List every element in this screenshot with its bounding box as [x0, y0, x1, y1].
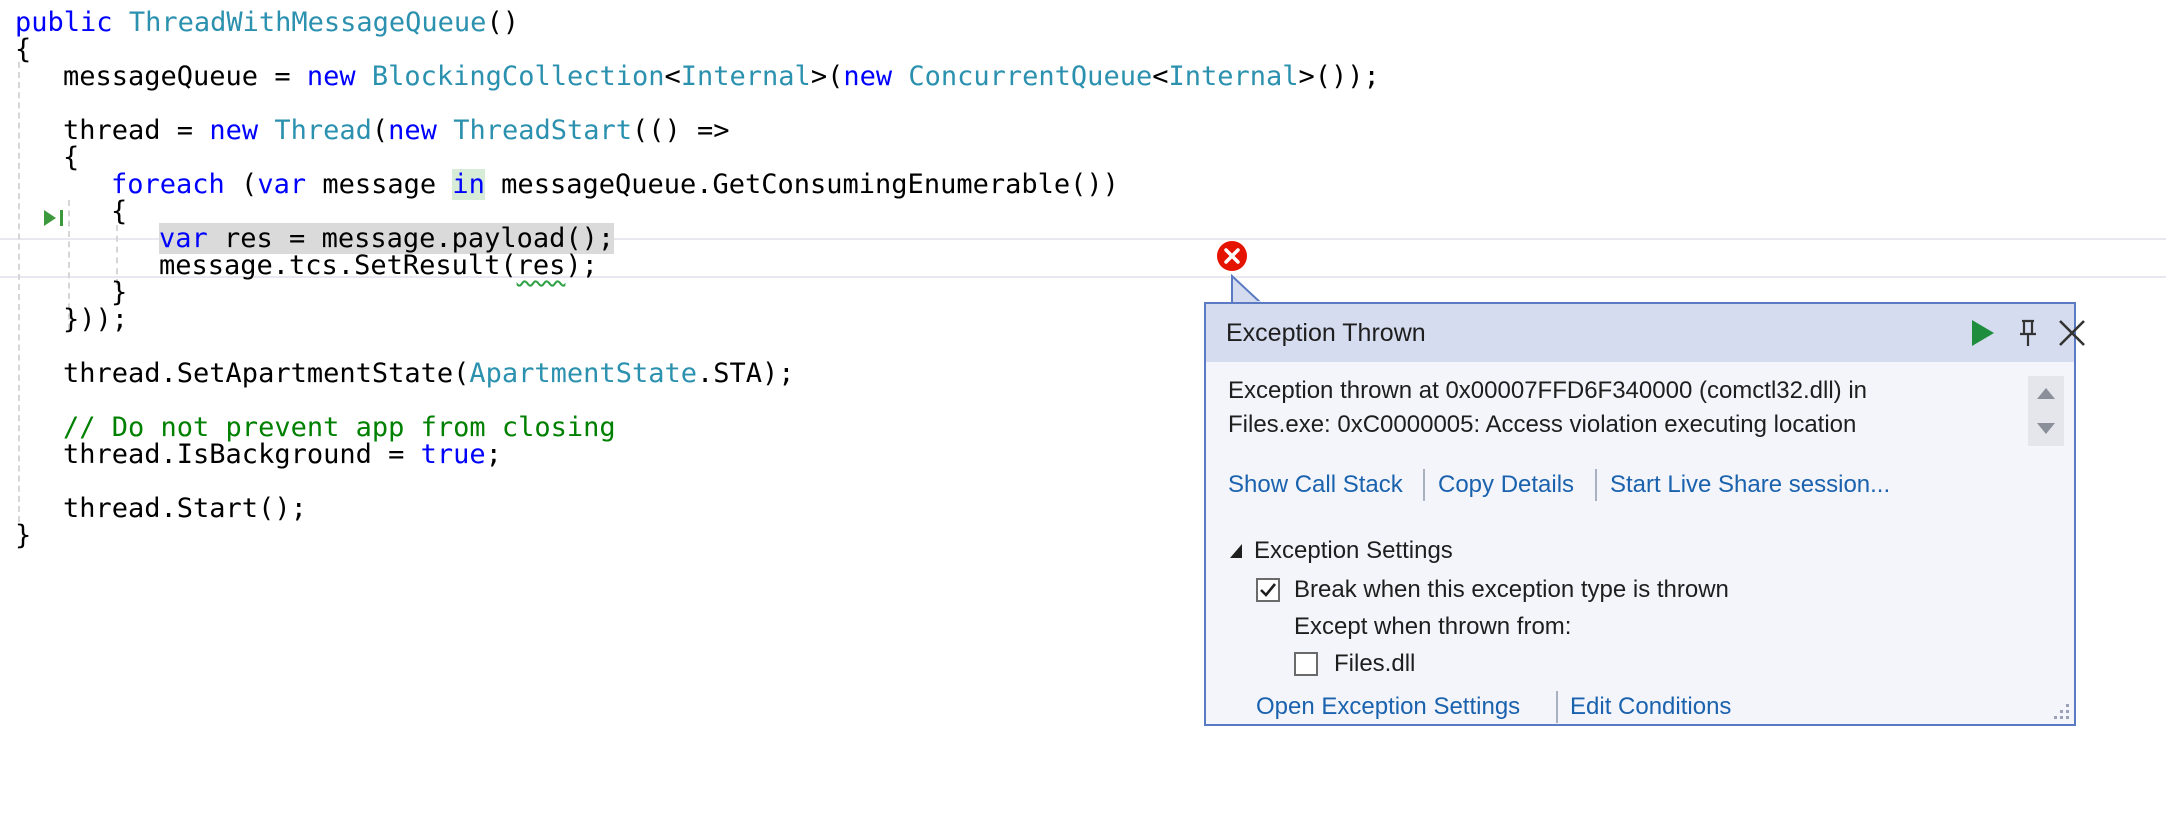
close-icon[interactable]	[2056, 317, 2088, 349]
checkmark-icon	[1260, 583, 1277, 597]
code-token: ThreadStart	[453, 115, 633, 146]
code-token: (	[224, 169, 258, 200]
code-token: messageQueue =	[63, 61, 307, 92]
message-scrollbar[interactable]	[2028, 376, 2064, 446]
code-token: new	[388, 115, 437, 146]
code-token: in	[452, 169, 485, 200]
code-token: {	[15, 34, 32, 65]
code-token: ThreadWithMessageQueue	[128, 7, 487, 38]
code-token: ()	[486, 7, 519, 38]
start-live-share-link[interactable]: Start Live Share session...	[1610, 468, 1890, 502]
code-token: Internal	[1168, 61, 1299, 92]
popup-header: Exception Thrown	[1206, 304, 2085, 362]
link-divider	[1556, 691, 1558, 723]
code-line: {	[111, 193, 127, 230]
code-token: {	[111, 196, 128, 227]
code-token: new	[306, 61, 356, 92]
exception-popup: Exception Thrown Exception thrown at 0x0…	[1204, 302, 2085, 726]
indent-guide	[18, 62, 20, 522]
pin-icon[interactable]	[2012, 317, 2044, 349]
break-on-exception-checkbox[interactable]	[1256, 578, 1280, 602]
code-line: thread.SetApartmentState(ApartmentState.…	[63, 355, 795, 392]
code-token: >());	[1298, 61, 1380, 92]
code-token: >(	[810, 61, 844, 92]
popup-title: Exception Thrown	[1226, 319, 1426, 347]
edit-conditions-link[interactable]: Edit Conditions	[1570, 690, 1731, 724]
code-token: (() =>	[632, 115, 730, 146]
code-line-current: foreach (var message in messageQueue.Get…	[111, 166, 1119, 203]
code-line: messageQueue = new BlockingCollection<In…	[63, 58, 1380, 95]
code-token: }	[15, 520, 32, 551]
code-token: res	[516, 250, 566, 281]
popup-body: Exception thrown at 0x00007FFD6F340000 (…	[1206, 362, 2074, 724]
code-line: {	[15, 31, 31, 68]
code-token: ApartmentState	[469, 358, 697, 389]
code-line: }	[15, 517, 31, 554]
copy-details-link[interactable]: Copy Details	[1438, 468, 1574, 502]
code-token: (	[371, 115, 389, 146]
run-to-click-icon[interactable]	[40, 206, 68, 230]
scroll-down-icon[interactable]	[2034, 420, 2058, 438]
code-token: <	[664, 61, 681, 92]
except-when-thrown-label: Except when thrown from:	[1294, 613, 1572, 640]
code-token: ;	[485, 439, 502, 470]
code-token: Thread	[274, 115, 372, 146]
link-divider	[1595, 469, 1597, 501]
code-token: thread.IsBackground =	[63, 439, 421, 470]
files-dll-checkbox[interactable]	[1294, 652, 1318, 676]
error-icon[interactable]	[1216, 240, 1248, 272]
code-token: thread =	[63, 115, 210, 146]
code-token: ConcurrentQueue	[908, 61, 1153, 92]
exception-message-line: Files.exe: 0xC0000005: Access violation …	[1228, 411, 1857, 438]
code-token: {	[63, 142, 80, 173]
code-token: <	[1152, 61, 1169, 92]
code-line: }));	[63, 301, 128, 338]
scroll-up-icon[interactable]	[2034, 384, 2058, 402]
code-token: thread.Start();	[63, 493, 307, 524]
code-token: var	[257, 169, 307, 200]
link-divider	[1423, 469, 1425, 501]
code-token: }));	[63, 304, 129, 335]
code-token: .STA);	[696, 358, 795, 389]
break-on-exception-label: Break when this exception type is thrown	[1294, 576, 1729, 603]
code-token: true	[420, 439, 486, 470]
code-line: thread.Start();	[63, 490, 307, 527]
exception-message-line: Exception thrown at 0x00007FFD6F340000 (…	[1228, 377, 1867, 404]
code-token: message	[306, 169, 453, 200]
open-exception-settings-link[interactable]: Open Exception Settings	[1256, 690, 1520, 724]
resize-grip-icon[interactable]	[2048, 698, 2070, 720]
code-line: thread = new Thread(new ThreadStart(() =…	[63, 112, 730, 149]
code-token: new	[209, 115, 259, 146]
code-line: message.tcs.SetResult(res);	[159, 247, 598, 284]
show-call-stack-link[interactable]: Show Call Stack	[1228, 468, 1403, 502]
collapse-triangle-icon[interactable]	[1228, 542, 1246, 560]
files-dll-label: Files.dll	[1334, 650, 1416, 677]
code-token: );	[565, 250, 598, 281]
code-token: message.tcs.SetResult(	[159, 250, 517, 281]
code-token: foreach	[111, 169, 225, 200]
code-token: thread.SetApartmentState(	[63, 358, 470, 389]
code-line: thread.IsBackground = true;	[63, 436, 502, 473]
exception-settings-heading: Exception Settings	[1254, 537, 1453, 564]
code-token: new	[843, 61, 893, 92]
code-token: BlockingCollection	[371, 61, 665, 92]
continue-icon[interactable]	[1966, 317, 1998, 349]
code-line: public ThreadWithMessageQueue()	[15, 4, 519, 41]
code-token: messageQueue.GetConsumingEnumerable())	[484, 169, 1119, 200]
code-token: Internal	[680, 61, 811, 92]
code-line: {	[63, 139, 79, 176]
